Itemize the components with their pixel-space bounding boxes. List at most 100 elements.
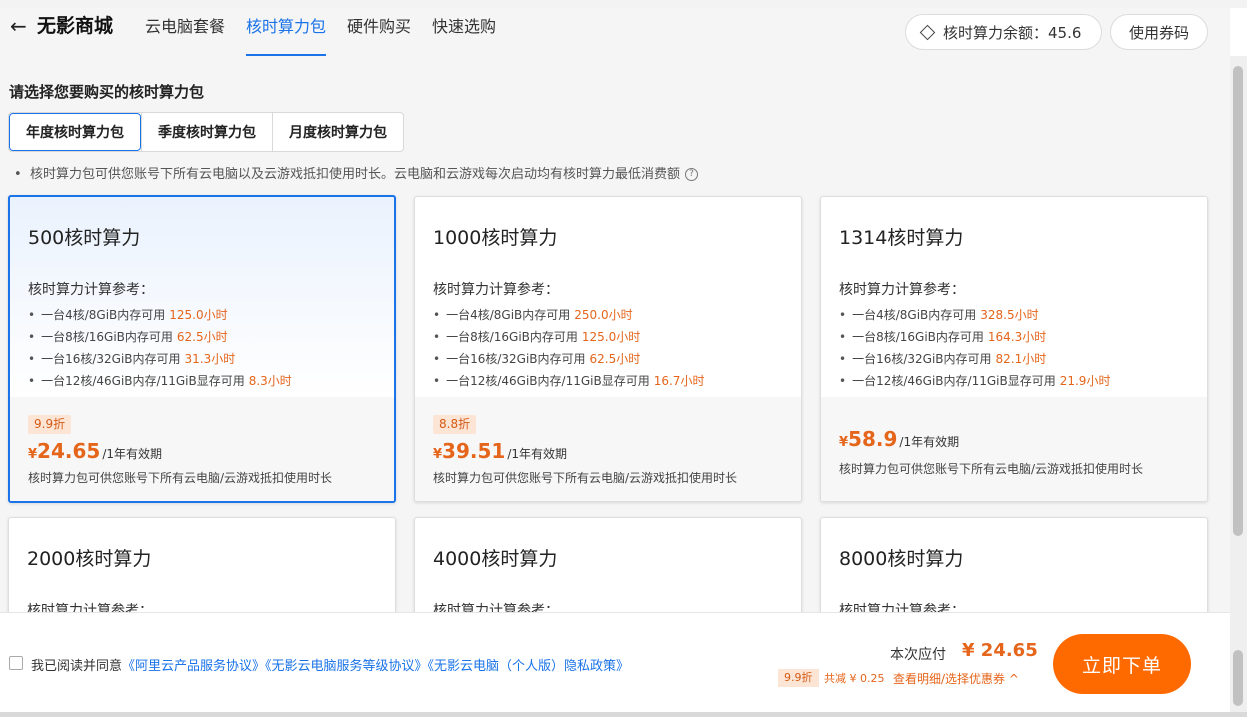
- price-value: 39.51: [442, 439, 506, 463]
- item-spec: 一台16核/32GiB内存可用: [41, 352, 181, 366]
- note-text: 核时算力包可供您账号下所有云电脑以及云游戏抵扣使用时长。云电脑和云游戏每次启动均…: [29, 167, 680, 182]
- segment-yearly[interactable]: 年度核时算力包: [9, 113, 141, 151]
- price-period: /1年有效期: [899, 435, 960, 449]
- pack-card-500[interactable]: 500核时算力 核时算力计算参考： 一台4核/8GiB内存可用125.0小时 一…: [8, 195, 396, 503]
- place-order-button[interactable]: 立即下单: [1053, 634, 1191, 694]
- item-spec: 一台8核/16GiB内存可用: [446, 330, 578, 344]
- footer-scrollbar-thumb[interactable]: [1233, 650, 1243, 706]
- pay-value: ¥ 24.65: [962, 640, 1038, 661]
- item-spec: 一台4核/8GiB内存可用: [446, 308, 571, 322]
- list-item: 一台4核/8GiB内存可用250.0小时: [433, 304, 704, 326]
- tab-hardware[interactable]: 硬件购买: [347, 8, 411, 56]
- item-hours: 250.0小时: [574, 308, 633, 322]
- card-price: ¥39.51/1年有效期: [433, 439, 567, 463]
- card-title: 1000核时算力: [433, 227, 558, 249]
- question-circle-icon[interactable]: ?: [684, 168, 698, 181]
- card-title: 1314核时算力: [839, 227, 964, 249]
- currency-symbol: ¥: [433, 447, 443, 462]
- item-hours: 82.1小时: [995, 352, 1047, 366]
- brand-title: 无影商城: [37, 15, 114, 37]
- agree-checkbox[interactable]: [9, 656, 23, 670]
- item-spec: 一台12核/46GiB内存/11GiB显存可用: [446, 374, 650, 388]
- card-title: 8000核时算力: [839, 548, 964, 570]
- item-spec: 一台8核/16GiB内存可用: [41, 330, 173, 344]
- card-ref-list: 一台4核/8GiB内存可用328.5小时 一台8核/16GiB内存可用164.3…: [839, 304, 1110, 392]
- tab-quick-buy[interactable]: 快速选购: [432, 8, 496, 56]
- card-ref-title: 核时算力计算参考：: [27, 603, 153, 612]
- segment-monthly[interactable]: 月度核时算力包: [272, 113, 403, 151]
- item-hours: 125.0小时: [169, 308, 228, 322]
- card-ref-title: 核时算力计算参考：: [839, 603, 965, 612]
- item-spec: 一台8核/16GiB内存可用: [852, 330, 984, 344]
- pack-card-8000[interactable]: 8000核时算力 核时算力计算参考：: [820, 517, 1208, 612]
- currency-symbol: ¥: [839, 435, 849, 450]
- price-period: /1年有效期: [507, 447, 567, 461]
- item-spec: 一台12核/46GiB内存/11GiB显存可用: [852, 374, 1056, 388]
- card-desc: 核时算力包可供您账号下所有云电脑/云游戏抵扣使用时长: [28, 471, 333, 485]
- balance-button[interactable]: 核时算力余额：45.6: [905, 14, 1102, 50]
- item-hours: 328.5小时: [980, 308, 1039, 322]
- list-item: 一台8核/16GiB内存可用125.0小时: [433, 326, 704, 348]
- link-sla-agreement[interactable]: 《无影云电脑服务等级协议》: [265, 659, 428, 674]
- pack-note: • 核时算力包可供您账号下所有云电脑以及云游戏抵扣使用时长。云电脑和云游戏每次启…: [14, 163, 698, 182]
- segment-quarterly[interactable]: 季度核时算力包: [141, 113, 272, 151]
- nav-tabs: 云电脑套餐 核时算力包 硬件购买 快速选购: [145, 8, 517, 56]
- order-footer: 我已阅读并同意《阿里云产品服务协议》《无影云电脑服务等级协议》《无影云电脑（个人…: [0, 612, 1230, 717]
- diamond-icon: [919, 24, 936, 40]
- tab-cloud-pc-plans[interactable]: 云电脑套餐: [145, 8, 225, 56]
- list-item: 一台16核/32GiB内存可用82.1小时: [839, 348, 1110, 370]
- card-desc: 核时算力包可供您账号下所有云电脑/云游戏抵扣使用时长: [839, 462, 1144, 476]
- save-amount: 共减 ¥ 0.25: [824, 672, 885, 685]
- card-title: 4000核时算力: [433, 548, 558, 570]
- card-ref-title: 核时算力计算参考：: [433, 282, 559, 298]
- note-bullet: •: [14, 167, 30, 182]
- card-ref-title: 核时算力计算参考：: [28, 282, 154, 298]
- link-aliyun-service-agreement[interactable]: 《阿里云产品服务协议》: [122, 659, 265, 674]
- price-value: 58.9: [848, 427, 898, 451]
- list-item: 一台12核/46GiB内存/11GiB显存可用16.7小时: [433, 370, 704, 392]
- price-value: 24.65: [37, 439, 101, 463]
- footer-discount-badge: 9.9折: [778, 669, 819, 687]
- list-item: 一台12核/46GiB内存/11GiB显存可用21.9小时: [839, 370, 1110, 392]
- coupon-button[interactable]: 使用券码: [1110, 14, 1208, 50]
- pay-label: 本次应付: [890, 647, 946, 663]
- list-item: 一台12核/46GiB内存/11GiB显存可用8.3小时: [28, 370, 292, 392]
- item-spec: 一台16核/32GiB内存可用: [446, 352, 586, 366]
- item-hours: 164.3小时: [987, 330, 1047, 344]
- pack-card-4000[interactable]: 4000核时算力 核时算力计算参考：: [414, 517, 802, 612]
- list-item: 一台8核/16GiB内存可用62.5小时: [28, 326, 292, 348]
- item-hours: 62.5小时: [589, 352, 641, 366]
- pack-card-1000[interactable]: 1000核时算力 核时算力计算参考： 一台4核/8GiB内存可用250.0小时 …: [414, 196, 802, 502]
- item-hours: 31.3小时: [184, 352, 236, 366]
- discount-badge: 8.8折: [433, 415, 477, 434]
- pack-period-selector: 年度核时算力包 季度核时算力包 月度核时算力包: [8, 112, 404, 152]
- tab-core-hour-packs[interactable]: 核时算力包: [246, 8, 327, 56]
- section-title: 请选择您要购买的核时算力包: [9, 83, 205, 101]
- item-hours: 21.9小时: [1059, 374, 1111, 388]
- price-period: /1年有效期: [102, 447, 162, 461]
- balance-label: 核时算力余额：45.6: [943, 23, 1082, 42]
- card-price: ¥24.65/1年有效期: [28, 439, 162, 463]
- card-title: 2000核时算力: [27, 548, 152, 570]
- pack-card-1314[interactable]: 1314核时算力 核时算力计算参考： 一台4核/8GiB内存可用328.5小时 …: [820, 196, 1208, 502]
- view-details-link[interactable]: 查看明细/选择优惠券 ^: [893, 670, 1019, 687]
- item-hours: 125.0小时: [581, 330, 641, 344]
- item-hours: 8.3小时: [248, 374, 292, 388]
- scrollbar-thumb[interactable]: [1233, 66, 1243, 536]
- card-price-area: 8.8折 ¥39.51/1年有效期 核时算力包可供您账号下所有云电脑/云游戏抵扣…: [415, 397, 801, 501]
- card-title: 500核时算力: [28, 227, 141, 249]
- item-spec: 一台12核/46GiB内存/11GiB显存可用: [41, 374, 245, 388]
- list-item: 一台4核/8GiB内存可用328.5小时: [839, 304, 1110, 326]
- card-price-area: ¥58.9/1年有效期 核时算力包可供您账号下所有云电脑/云游戏抵扣使用时长: [821, 397, 1207, 501]
- list-item: 一台16核/32GiB内存可用31.3小时: [28, 348, 292, 370]
- arrow-left-icon[interactable]: ←: [10, 14, 27, 38]
- item-spec: 一台4核/8GiB内存可用: [852, 308, 977, 322]
- currency-symbol: ¥: [28, 447, 38, 462]
- discount-badge: 9.9折: [28, 415, 72, 434]
- card-price-area: 9.9折 ¥24.65/1年有效期 核时算力包可供您账号下所有云电脑/云游戏抵扣…: [10, 397, 394, 501]
- top-strip: [0, 0, 1247, 8]
- pack-card-2000[interactable]: 2000核时算力 核时算力计算参考：: [8, 517, 396, 612]
- link-privacy-policy[interactable]: 《无影云电脑（个人版）隐私政策》: [428, 659, 630, 674]
- list-item: 一台8核/16GiB内存可用164.3小时: [839, 326, 1110, 348]
- item-hours: 62.5小时: [176, 330, 228, 344]
